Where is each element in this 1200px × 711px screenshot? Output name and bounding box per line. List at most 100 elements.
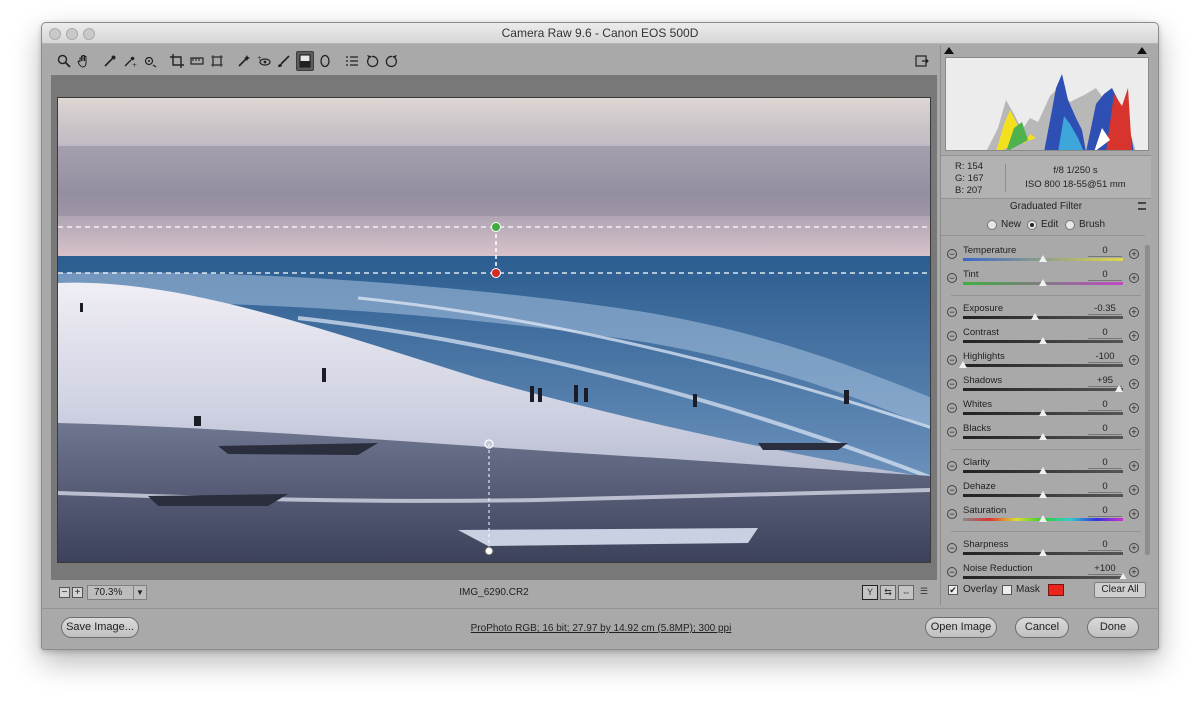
mask-color-swatch[interactable]	[1048, 584, 1064, 596]
mask-checkbox[interactable]	[1002, 585, 1012, 595]
clarity-increase-icon[interactable]: +	[1129, 461, 1139, 471]
sharpness-slider-thumb[interactable]	[1039, 549, 1047, 556]
saturation-label: Saturation	[963, 505, 1007, 516]
panel-scrollbar[interactable]	[1145, 245, 1150, 555]
close-window-button[interactable]	[49, 28, 61, 40]
graduated-filter-end-pin[interactable]	[491, 268, 501, 278]
highlights-decrease-icon[interactable]: −	[947, 355, 957, 365]
exposure-slider-track[interactable]	[963, 316, 1123, 319]
clarity-decrease-icon[interactable]: −	[947, 461, 957, 471]
highlights-increase-icon[interactable]: +	[1129, 355, 1139, 365]
tint-increase-icon[interactable]: +	[1129, 273, 1139, 283]
hand-tool-icon[interactable]	[75, 51, 93, 71]
graduated-filter-start-pin[interactable]	[491, 222, 501, 232]
slider-group-divider	[951, 449, 1141, 450]
contrast-decrease-icon[interactable]: −	[947, 331, 957, 341]
shadow-clipping-warning-icon[interactable]	[944, 47, 954, 54]
saturation-decrease-icon[interactable]: −	[947, 509, 957, 519]
minimize-window-button[interactable]	[66, 28, 78, 40]
sharpness-value[interactable]: 0	[1088, 539, 1122, 551]
tint-value[interactable]: 0	[1088, 269, 1122, 281]
highlight-clipping-warning-icon[interactable]	[1137, 47, 1147, 54]
whites-value[interactable]: 0	[1088, 399, 1122, 411]
color-sampler-tool-icon[interactable]: +	[121, 51, 139, 71]
highlights-slider-track[interactable]	[963, 364, 1123, 367]
done-button[interactable]: Done	[1087, 617, 1139, 638]
clear-all-button[interactable]: Clear All	[1094, 582, 1146, 598]
noise-reduction-slider-track[interactable]	[963, 576, 1123, 579]
panel-menu-icon[interactable]	[1138, 202, 1146, 210]
blacks-value[interactable]: 0	[1088, 423, 1122, 435]
clarity-value[interactable]: 0	[1088, 457, 1122, 469]
noise-reduction-value[interactable]: +100	[1088, 563, 1122, 575]
straighten-tool-icon[interactable]	[188, 51, 206, 71]
rotate-ccw-icon[interactable]	[363, 51, 381, 71]
saturation-increase-icon[interactable]: +	[1129, 509, 1139, 519]
copy-settings-button[interactable]: ⇔	[898, 585, 914, 600]
whites-increase-icon[interactable]: +	[1129, 403, 1139, 413]
spot-removal-tool-icon[interactable]	[235, 51, 253, 71]
zoom-window-button[interactable]	[83, 28, 95, 40]
dehaze-value[interactable]: 0	[1088, 481, 1122, 493]
tint-decrease-icon[interactable]: −	[947, 273, 957, 283]
dehaze-decrease-icon[interactable]: −	[947, 485, 957, 495]
rotate-cw-icon[interactable]	[383, 51, 401, 71]
swap-settings-button[interactable]: ⇆	[880, 585, 896, 600]
sharpness-increase-icon[interactable]: +	[1129, 543, 1139, 553]
image-preview-area[interactable]	[51, 75, 937, 580]
overlay-checkbox[interactable]: ✔	[948, 585, 958, 595]
crop-tool-icon[interactable]	[168, 51, 186, 71]
exposure-decrease-icon[interactable]: −	[947, 307, 957, 317]
shadows-slider-track[interactable]	[963, 388, 1123, 391]
dehaze-increase-icon[interactable]: +	[1129, 485, 1139, 495]
highlights-value[interactable]: -100	[1088, 351, 1122, 363]
transform-tool-icon[interactable]	[208, 51, 226, 71]
graduated-filter-icon[interactable]	[296, 51, 314, 71]
open-image-button[interactable]: Open Image	[925, 617, 997, 638]
preferences-icon[interactable]	[343, 51, 361, 71]
blacks-slider-thumb[interactable]	[1039, 433, 1047, 440]
tint-slider-thumb[interactable]	[1039, 279, 1047, 286]
slider-row-highlights: − Highlights -100 +	[941, 350, 1145, 374]
contrast-value[interactable]: 0	[1088, 327, 1122, 339]
red-eye-removal-tool-icon[interactable]: +	[255, 51, 273, 71]
contrast-slider-thumb[interactable]	[1039, 337, 1047, 344]
clarity-slider-thumb[interactable]	[1039, 467, 1047, 474]
blacks-increase-icon[interactable]: +	[1129, 427, 1139, 437]
whites-slider-thumb[interactable]	[1039, 409, 1047, 416]
temperature-decrease-icon[interactable]: −	[947, 249, 957, 259]
saturation-value[interactable]: 0	[1088, 505, 1122, 517]
temperature-value[interactable]: 0	[1088, 245, 1122, 257]
mode-brush-radio[interactable]: Brush	[1065, 219, 1105, 230]
targeted-adjustment-tool-icon[interactable]	[141, 51, 159, 71]
noise-reduction-increase-icon[interactable]: +	[1129, 567, 1139, 577]
exposure-slider-thumb[interactable]	[1031, 313, 1039, 320]
view-before-after-button[interactable]: Y	[862, 585, 878, 600]
photo-canvas[interactable]	[57, 97, 931, 563]
whites-decrease-icon[interactable]: −	[947, 403, 957, 413]
mode-edit-radio[interactable]: Edit	[1027, 219, 1058, 230]
blacks-decrease-icon[interactable]: −	[947, 427, 957, 437]
highlights-slider-thumb[interactable]	[959, 361, 967, 368]
temperature-increase-icon[interactable]: +	[1129, 249, 1139, 259]
view-preferences-button[interactable]: ☰	[916, 585, 932, 600]
zoom-tool-icon[interactable]	[55, 51, 73, 71]
dehaze-slider-thumb[interactable]	[1039, 491, 1047, 498]
shadows-increase-icon[interactable]: +	[1129, 379, 1139, 389]
noise-reduction-slider-thumb[interactable]	[1119, 573, 1127, 579]
mode-new-radio[interactable]: New	[987, 219, 1021, 230]
exposure-increase-icon[interactable]: +	[1129, 307, 1139, 317]
white-balance-tool-icon[interactable]	[101, 51, 119, 71]
adjustment-brush-icon[interactable]	[275, 51, 293, 71]
fullscreen-toggle-icon[interactable]	[913, 51, 931, 71]
sharpness-decrease-icon[interactable]: −	[947, 543, 957, 553]
temperature-slider-thumb[interactable]	[1039, 255, 1047, 262]
shadows-decrease-icon[interactable]: −	[947, 379, 957, 389]
exposure-value[interactable]: -0.35	[1088, 303, 1122, 315]
shadows-slider-thumb[interactable]	[1115, 385, 1123, 392]
contrast-increase-icon[interactable]: +	[1129, 331, 1139, 341]
noise-reduction-decrease-icon[interactable]: −	[947, 567, 957, 577]
saturation-slider-thumb[interactable]	[1039, 515, 1047, 522]
radial-filter-icon[interactable]	[316, 51, 334, 71]
cancel-button[interactable]: Cancel	[1015, 617, 1069, 638]
